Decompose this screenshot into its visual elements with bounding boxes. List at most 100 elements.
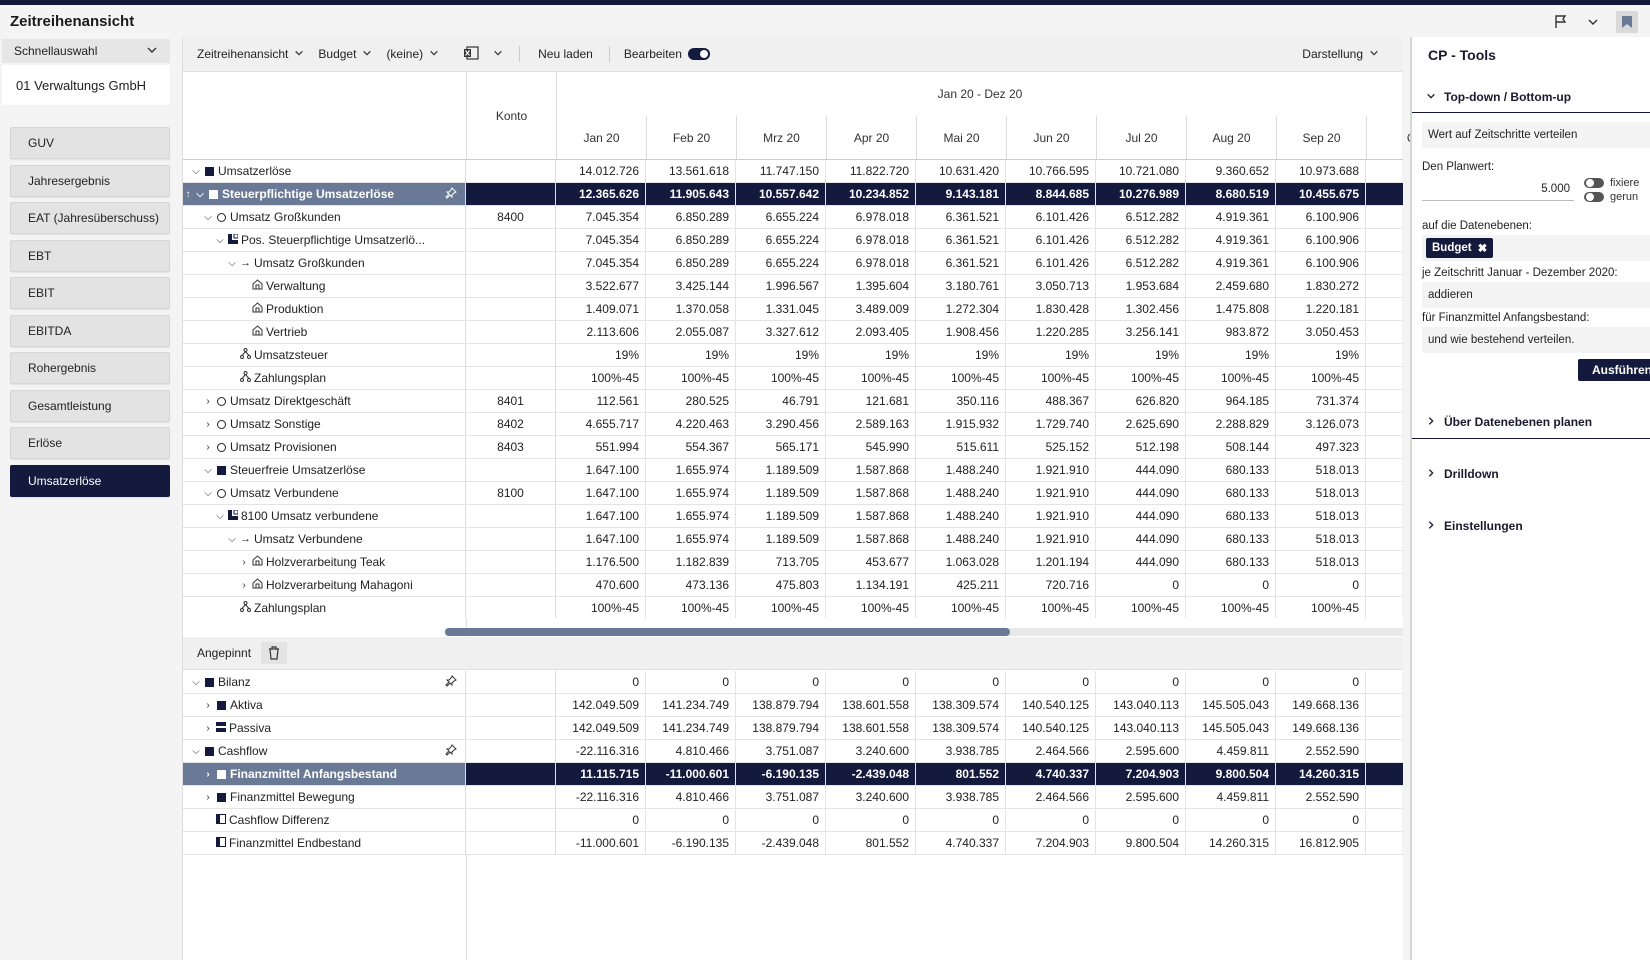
- chevron-down-icon[interactable]: ⌵: [215, 235, 225, 246]
- value-cell[interactable]: 0: [1276, 574, 1366, 596]
- value-cell[interactable]: 100%-45: [736, 367, 826, 389]
- value-cell[interactable]: 138.309.574: [916, 717, 1006, 739]
- value-cell[interactable]: 10.766.595: [1006, 160, 1096, 182]
- value-cell[interactable]: [1366, 551, 1403, 573]
- value-cell[interactable]: 138.879.794: [736, 717, 826, 739]
- value-cell[interactable]: 1.189.509: [736, 459, 826, 481]
- value-cell[interactable]: 10.234.852: [826, 183, 916, 205]
- value-cell[interactable]: -6.190.135: [736, 763, 826, 785]
- value-cell[interactable]: 6.101.426: [1006, 252, 1096, 274]
- value-cell[interactable]: 4.919.361: [1186, 252, 1276, 274]
- value-cell[interactable]: 680.133: [1186, 482, 1276, 504]
- value-cell[interactable]: 525.152: [1006, 436, 1096, 458]
- value-cell[interactable]: 1.996.567: [736, 275, 826, 297]
- value-cell[interactable]: 46.791: [736, 390, 826, 412]
- value-cell[interactable]: 720.716: [1006, 574, 1096, 596]
- value-cell[interactable]: 9.800.504: [1186, 763, 1276, 785]
- row-name-cell[interactable]: Zahlungsplan: [183, 367, 466, 389]
- company-selector[interactable]: 01 Verwaltungs GmbH: [2, 65, 170, 105]
- value-cell[interactable]: 964.185: [1186, 390, 1276, 412]
- row-name-cell[interactable]: ⌵ 8100 Umsatz verbundene: [183, 505, 466, 527]
- value-cell[interactable]: 149.668.136: [1276, 717, 1366, 739]
- value-cell[interactable]: 6: [1366, 206, 1403, 228]
- row-name-cell[interactable]: Umsatzsteuer: [183, 344, 466, 366]
- value-cell[interactable]: 680.133: [1186, 528, 1276, 550]
- value-cell[interactable]: [1366, 413, 1403, 435]
- value-cell[interactable]: 6.512.282: [1096, 229, 1186, 251]
- value-cell[interactable]: 6.100.906: [1276, 206, 1366, 228]
- value-cell[interactable]: 1.201.194: [1006, 551, 1096, 573]
- value-cell[interactable]: 13.561.618: [646, 160, 736, 182]
- table-row[interactable]: › Holzverarbeitung Mahagoni 470.600 473.136…: [183, 574, 1403, 597]
- value-cell[interactable]: 801.552: [916, 763, 1006, 785]
- value-cell[interactable]: 140.540.125: [1006, 717, 1096, 739]
- value-cell[interactable]: 4.459.811: [1186, 786, 1276, 808]
- value-cell[interactable]: 19%: [1006, 344, 1096, 366]
- value-cell[interactable]: 4.810.466: [646, 740, 736, 762]
- chevron-right-icon[interactable]: ›: [203, 792, 213, 803]
- value-cell[interactable]: 8.680.519: [1186, 183, 1276, 205]
- table-row[interactable]: Cashflow Differenz 0 0 0 0 0 0 0 0 0: [183, 809, 1403, 832]
- value-cell[interactable]: 6.850.289: [646, 206, 736, 228]
- table-row[interactable]: Vertrieb 2.113.606 2.055.087 3.327.612 2.093…: [183, 321, 1403, 344]
- value-cell[interactable]: 1.587.868: [826, 528, 916, 550]
- value-cell[interactable]: 19%: [1186, 344, 1276, 366]
- table-row[interactable]: ⌵ Cashflow -22.116.316 4.810.466 3.751.087 3.…: [183, 740, 1403, 763]
- value-cell[interactable]: 1.182.839: [646, 551, 736, 573]
- value-cell[interactable]: 143.040.113: [1096, 717, 1186, 739]
- sidebar-item-eat[interactable]: EAT (Jahresüberschuss): [10, 202, 170, 234]
- value-cell[interactable]: 801.552: [826, 832, 916, 854]
- value-cell[interactable]: 19%: [1276, 344, 1366, 366]
- value-cell[interactable]: 100%-45: [1186, 367, 1276, 389]
- value-cell[interactable]: 100%-45: [916, 367, 1006, 389]
- chevron-down-icon[interactable]: ⌵: [227, 534, 237, 545]
- chevron-down-icon[interactable]: ⌵: [203, 212, 213, 223]
- value-cell[interactable]: 1.655.974: [646, 505, 736, 527]
- value-cell[interactable]: 145.505.043: [1186, 694, 1276, 716]
- value-cell[interactable]: [1366, 528, 1403, 550]
- chevron-right-icon[interactable]: ›: [203, 700, 213, 711]
- value-cell[interactable]: 518.013: [1276, 482, 1366, 504]
- value-cell[interactable]: 0: [1276, 671, 1366, 693]
- chevron-down-icon[interactable]: ⌵: [191, 677, 201, 688]
- value-cell[interactable]: -2.439.048: [736, 832, 826, 854]
- value-cell[interactable]: 1.134.191: [826, 574, 916, 596]
- table-row[interactable]: ⌵ Umsatz Großkunden 8400 7.045.354 6.850.289…: [183, 206, 1403, 229]
- value-cell[interactable]: 2: [1366, 740, 1403, 762]
- value-cell[interactable]: 3.751.087: [736, 740, 826, 762]
- value-cell[interactable]: 6.101.426: [1006, 229, 1096, 251]
- value-cell[interactable]: 280.525: [646, 390, 736, 412]
- value-cell[interactable]: 1.370.058: [646, 298, 736, 320]
- value-cell[interactable]: 100%-45: [556, 367, 646, 389]
- value-cell[interactable]: 3.050.453: [1276, 321, 1366, 343]
- value-cell[interactable]: 713.705: [736, 551, 826, 573]
- table-row[interactable]: ⌵ Bilanz 0 0 0 0 0 0 0 0 0: [183, 671, 1403, 694]
- value-cell[interactable]: 4.919.361: [1186, 229, 1276, 251]
- row-name-cell[interactable]: › Finanzmittel Bewegung: [183, 786, 466, 808]
- value-cell[interactable]: 1.587.868: [826, 459, 916, 481]
- value-cell[interactable]: 983.872: [1186, 321, 1276, 343]
- value-cell[interactable]: 0: [646, 809, 736, 831]
- table-row[interactable]: › Umsatz Provisionen 8403 551.994 554.367 565…: [183, 436, 1403, 459]
- value-cell[interactable]: 626.820: [1096, 390, 1186, 412]
- value-cell[interactable]: 100%-45: [1276, 367, 1366, 389]
- value-cell[interactable]: 0: [1096, 671, 1186, 693]
- sidebar-item-umsatzerloese[interactable]: Umsatzerlöse: [10, 464, 170, 497]
- value-cell[interactable]: 7.204.903: [1096, 763, 1186, 785]
- table-row[interactable]: ⌵ Pos. Steuerpflichtige Umsatzerlö... 7.04…: [183, 229, 1403, 252]
- value-cell[interactable]: 10.631.420: [916, 160, 1006, 182]
- value-cell[interactable]: 2.595.600: [1096, 740, 1186, 762]
- value-cell[interactable]: 6.361.521: [916, 206, 1006, 228]
- value-cell[interactable]: 16.812.905: [1276, 832, 1366, 854]
- value-cell[interactable]: 680.133: [1186, 551, 1276, 573]
- table-row[interactable]: Verwaltung 3.522.677 3.425.144 1.996.567 1.3…: [183, 275, 1403, 298]
- value-cell[interactable]: 2: [1366, 786, 1403, 808]
- value-cell[interactable]: 518.013: [1276, 551, 1366, 573]
- value-cell[interactable]: [1366, 344, 1403, 366]
- value-cell[interactable]: 545.990: [826, 436, 916, 458]
- value-cell[interactable]: 2.625.690: [1096, 413, 1186, 435]
- row-name-cell[interactable]: › Aktiva: [183, 694, 466, 716]
- value-cell[interactable]: 1.176.500: [556, 551, 646, 573]
- value-cell[interactable]: 6.361.521: [916, 229, 1006, 251]
- row-name-cell[interactable]: Verwaltung: [183, 275, 466, 297]
